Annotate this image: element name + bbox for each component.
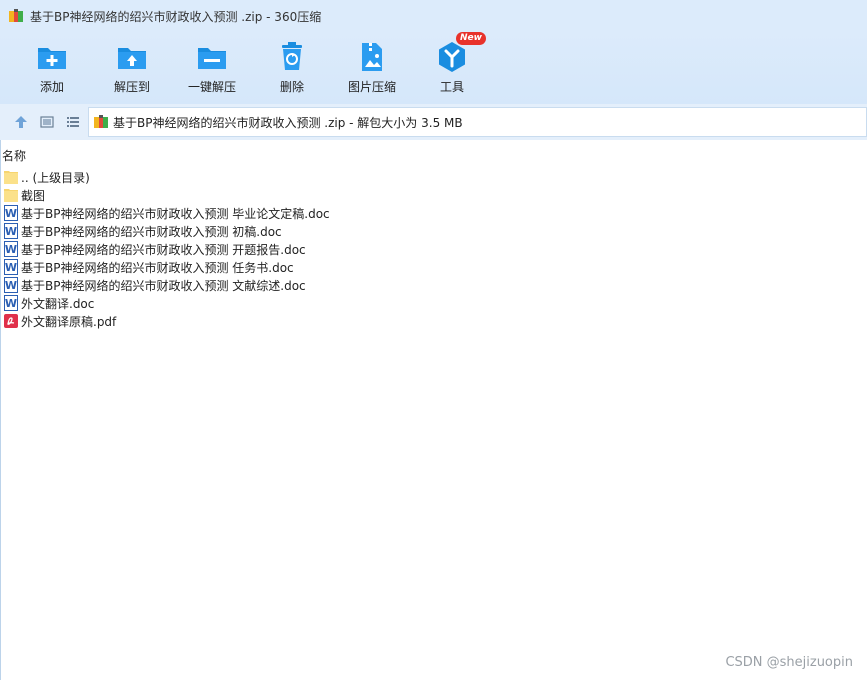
trash-icon: [282, 42, 302, 70]
word-doc-icon: W: [4, 277, 18, 293]
file-name: 基于BP神经网络的绍兴市财政收入预测 开题报告.doc: [21, 242, 306, 257]
add-folder-icon: [38, 48, 66, 69]
archive-icon: [94, 115, 108, 128]
svg-text:W: W: [5, 279, 17, 292]
column-header-name[interactable]: 名称: [0, 146, 867, 164]
one-click-extract-button[interactable]: 一键解压: [172, 32, 252, 104]
file-name: 基于BP神经网络的绍兴市财政收入预测 任务书.doc: [21, 260, 294, 275]
word-doc-icon: W: [4, 259, 18, 275]
arrow-up-icon: [15, 116, 27, 128]
tools-button[interactable]: New 工具: [412, 32, 492, 104]
list-item[interactable]: .. (上级目录): [0, 168, 867, 186]
word-doc-icon: W: [4, 205, 18, 221]
left-border: [0, 140, 1, 680]
word-doc-icon: W: [4, 295, 18, 311]
list-item[interactable]: 截图: [0, 186, 867, 204]
toolbar: 添加 解压到 一键解压 删除 图片压缩 New 工具: [0, 32, 867, 104]
thumbnail-view-icon: [40, 116, 54, 128]
file-name: .. (上级目录): [21, 170, 90, 185]
file-list: .. (上级目录) 截图 W 基于BP神经网络的绍兴市财政收入预测 毕业论文定稿…: [0, 168, 867, 330]
address-text: 基于BP神经网络的绍兴市财政收入预测 .zip - 解包大小为 3.5 MB: [113, 115, 463, 130]
list-item[interactable]: W 外文翻译.doc: [0, 294, 867, 312]
list-item[interactable]: W 基于BP神经网络的绍兴市财政收入预测 初稿.doc: [0, 222, 867, 240]
watermark: CSDN @shejizuopin: [725, 655, 853, 670]
tools-icon: [439, 42, 465, 72]
add-button-label: 添加: [39, 80, 64, 94]
tools-button-label: 工具: [439, 80, 464, 94]
folder-icon: [4, 189, 18, 202]
file-name: 基于BP神经网络的绍兴市财政收入预测 毕业论文定稿.doc: [21, 206, 330, 221]
list-item[interactable]: W 基于BP神经网络的绍兴市财政收入预测 任务书.doc: [0, 258, 867, 276]
archive-icon: [9, 9, 23, 22]
svg-text:W: W: [5, 261, 17, 274]
one-click-extract-button-label: 一键解压: [187, 80, 236, 94]
svg-text:W: W: [5, 225, 17, 238]
column-header-label: 名称: [2, 148, 27, 163]
one-click-extract-icon: [198, 48, 226, 69]
list-item[interactable]: W 基于BP神经网络的绍兴市财政收入预测 毕业论文定稿.doc: [0, 204, 867, 222]
delete-button-label: 删除: [279, 80, 304, 94]
extract-to-button-label: 解压到: [113, 80, 150, 94]
add-button[interactable]: 添加: [12, 32, 92, 104]
address-bar[interactable]: 基于BP神经网络的绍兴市财政收入预测 .zip - 解包大小为 3.5 MB: [88, 107, 867, 137]
word-doc-icon: W: [4, 223, 18, 239]
window-title: 基于BP神经网络的绍兴市财政收入预测 .zip - 360压缩: [30, 9, 322, 24]
file-name: 基于BP神经网络的绍兴市财政收入预测 文献综述.doc: [21, 278, 306, 293]
file-name: 外文翻译.doc: [21, 296, 95, 311]
list-item[interactable]: W 基于BP神经网络的绍兴市财政收入预测 开题报告.doc: [0, 240, 867, 258]
navigation-bar: 基于BP神经网络的绍兴市财政收入预测 .zip - 解包大小为 3.5 MB: [0, 104, 867, 140]
extract-to-icon: [118, 48, 146, 69]
file-name: 基于BP神经网络的绍兴市财政收入预测 初稿.doc: [21, 224, 282, 239]
file-name: 外文翻译原稿.pdf: [21, 314, 117, 329]
title-bar: 基于BP神经网络的绍兴市财政收入预测 .zip - 360压缩: [0, 0, 867, 32]
svg-text:W: W: [5, 243, 17, 256]
list-item[interactable]: 外文翻译原稿.pdf: [0, 312, 867, 330]
word-doc-icon: W: [4, 241, 18, 257]
file-name: 截图: [21, 188, 46, 203]
list-item[interactable]: W 基于BP神经网络的绍兴市财政收入预测 文献综述.doc: [0, 276, 867, 294]
image-compress-button-label: 图片压缩: [347, 80, 396, 94]
svg-text:W: W: [5, 297, 17, 310]
thumbnail-view-button[interactable]: [36, 111, 58, 133]
pdf-icon: [4, 314, 18, 328]
new-badge: New: [456, 32, 486, 45]
delete-button[interactable]: 删除: [252, 32, 332, 104]
list-view-button[interactable]: [62, 111, 84, 133]
folder-icon: [4, 171, 18, 184]
extract-to-button[interactable]: 解压到: [92, 32, 172, 104]
image-compress-button[interactable]: 图片压缩: [332, 32, 412, 104]
svg-text:W: W: [5, 207, 17, 220]
list-view-icon: [67, 117, 79, 127]
image-compress-icon: [362, 43, 382, 71]
up-button[interactable]: [10, 111, 32, 133]
